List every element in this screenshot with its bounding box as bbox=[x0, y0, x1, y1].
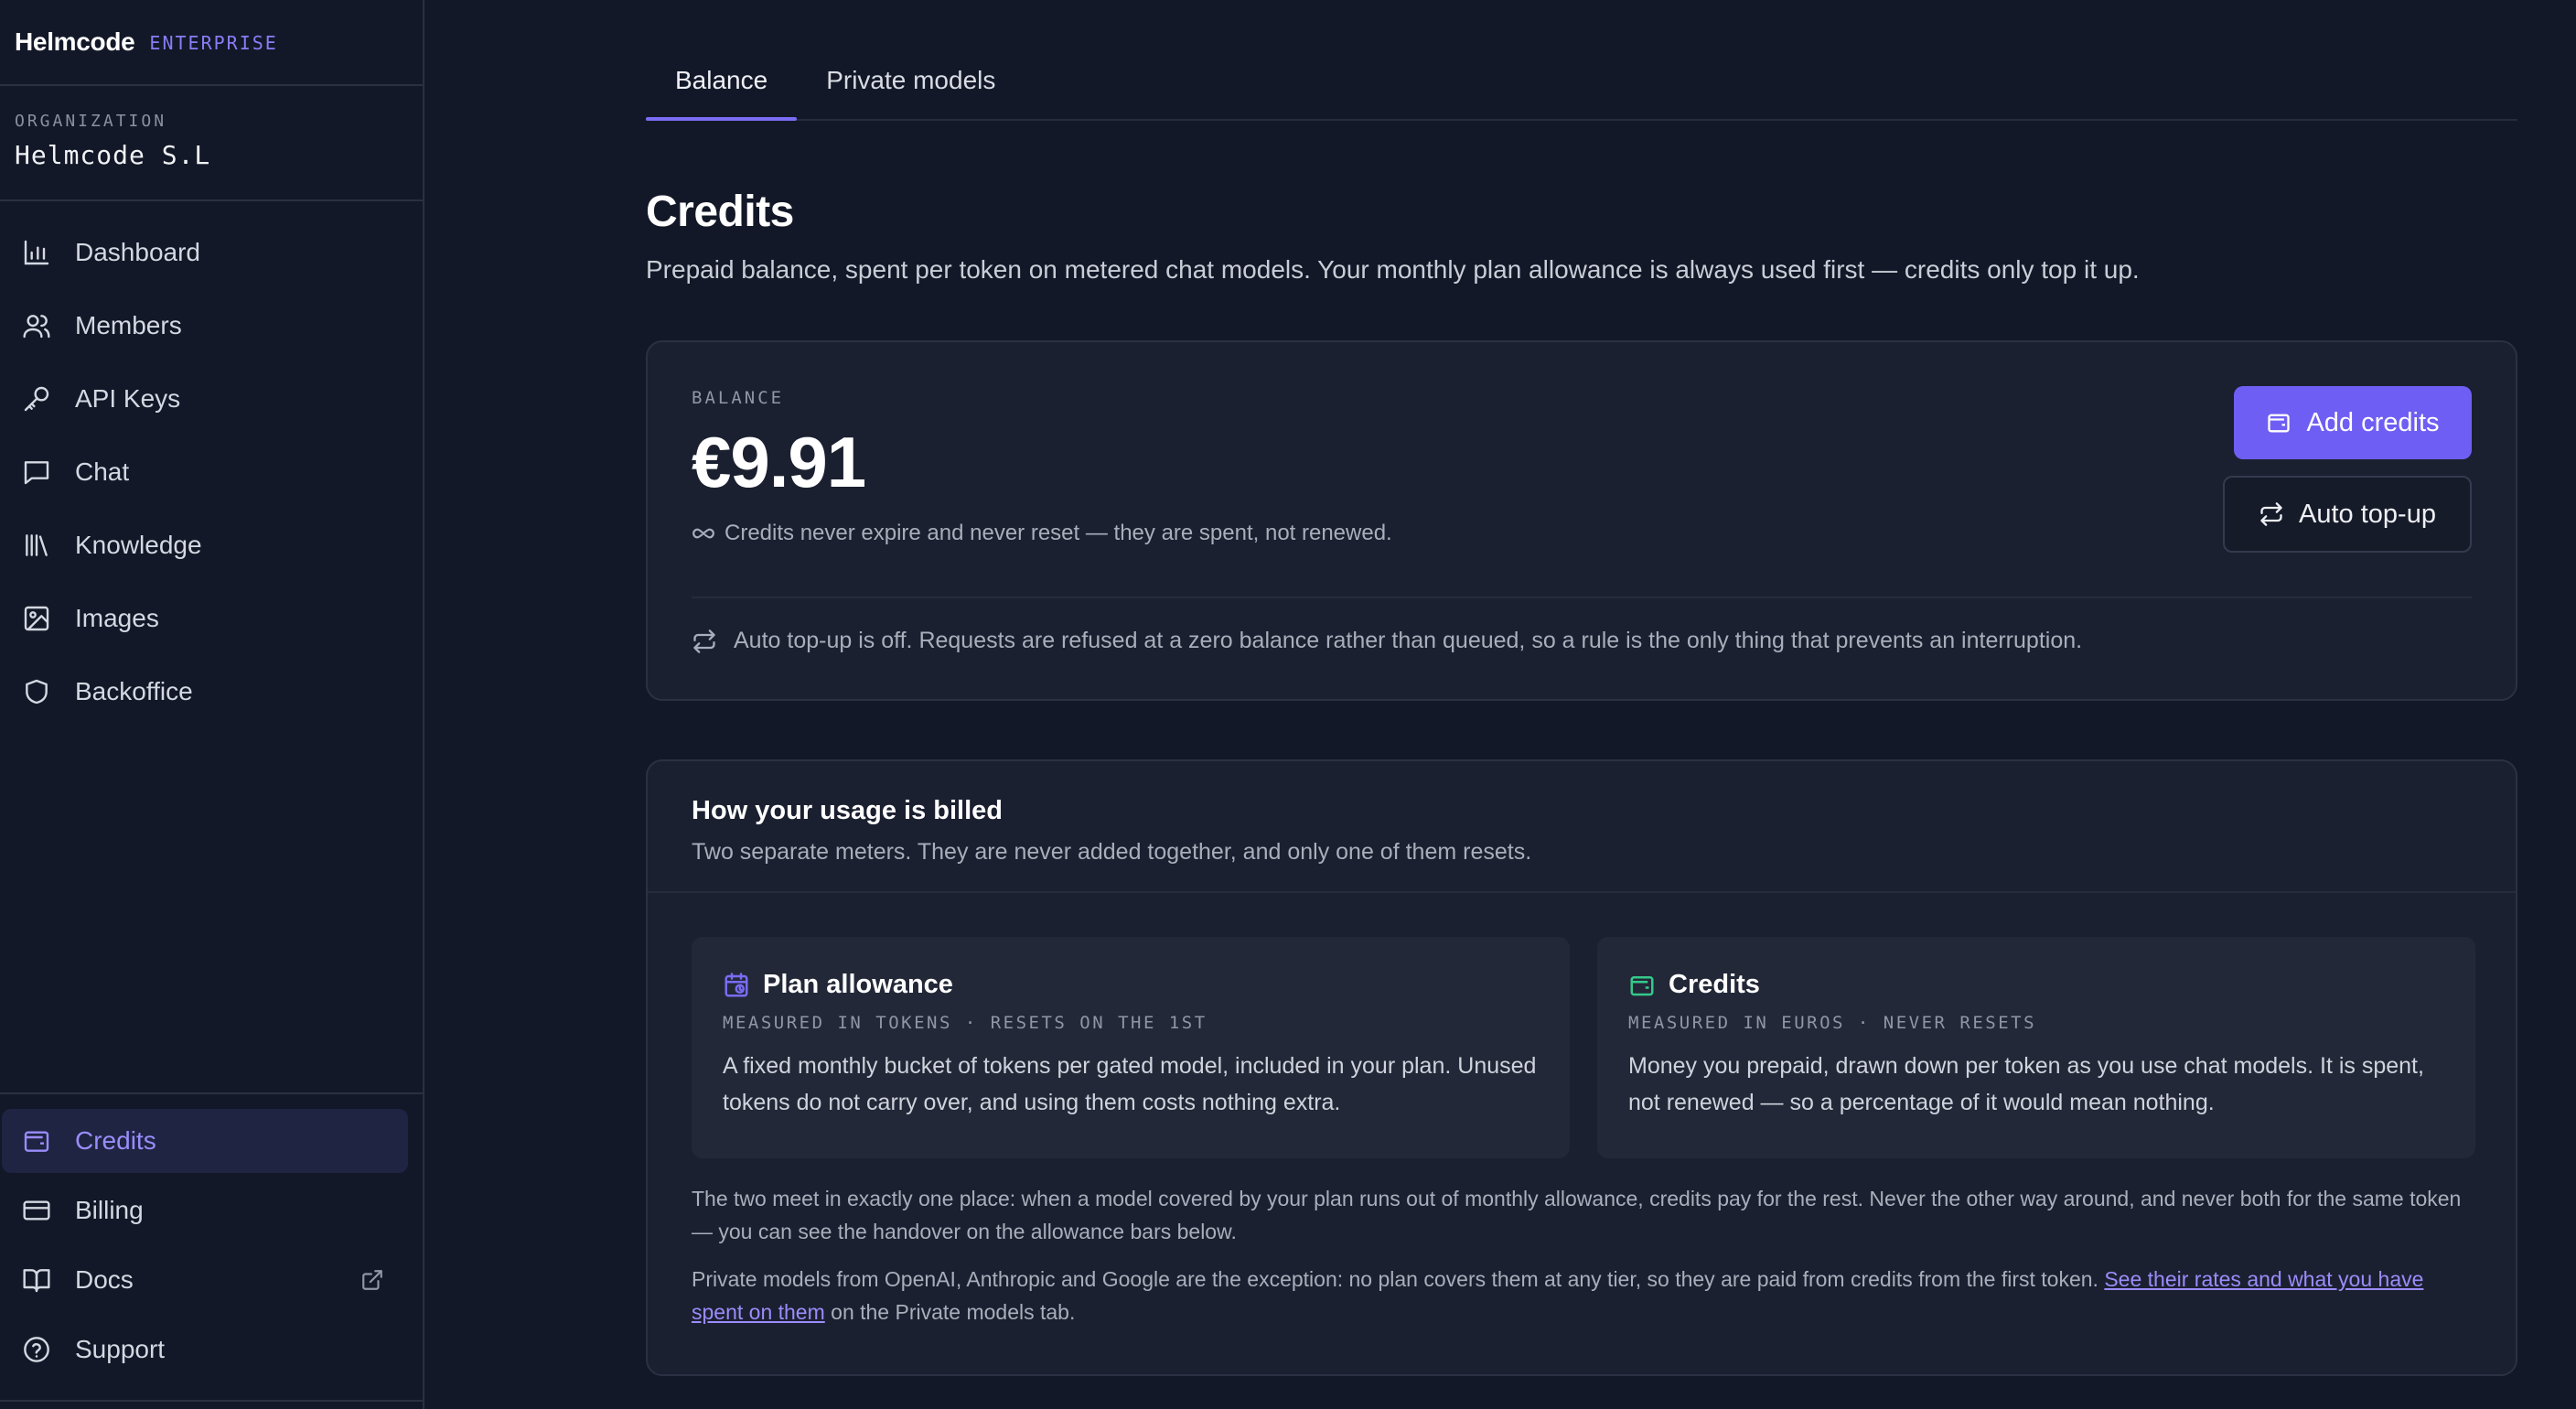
sidebar: Helmcode ENTERPRISE ORGANIZATION Helmcod… bbox=[0, 0, 424, 1409]
users-icon bbox=[23, 315, 50, 339]
meter-subtitle: MEASURED IN TOKENS · RESETS ON THE 1ST bbox=[723, 1013, 1208, 1033]
sidebar-item-label: Images bbox=[75, 604, 159, 632]
billing-header: How your usage is billed Two separate me… bbox=[648, 761, 2516, 893]
footnote-text: on the Private models tab. bbox=[824, 1300, 1076, 1324]
balance-amount: €9.91 bbox=[692, 422, 866, 502]
meter-description: A fixed monthly bucket of tokens per gat… bbox=[723, 1053, 1537, 1115]
meter-subtitle: MEASURED IN EUROS · NEVER RESETS bbox=[1628, 1013, 2037, 1033]
page-subtitle: Prepaid balance, spent per token on mete… bbox=[646, 255, 2140, 284]
sidebar-item-members[interactable]: Members bbox=[2, 293, 408, 359]
repeat-icon bbox=[693, 629, 715, 653]
meter-title: Plan allowance bbox=[723, 970, 1539, 1000]
external-link-icon bbox=[362, 1270, 382, 1290]
billing-subtitle: Two separate meters. They are never adde… bbox=[692, 839, 1532, 865]
sidebar-item-label: Dashboard bbox=[75, 238, 200, 266]
auto-top-up-status-text: Auto top-up is off. Requests are refused… bbox=[734, 628, 2083, 653]
brand-tag: ENTERPRISE bbox=[149, 32, 278, 54]
secondary-nav: Credits Billing Docs Support bbox=[0, 1092, 423, 1387]
sidebar-item-support[interactable]: Support bbox=[2, 1318, 408, 1382]
billing-footnote: The two meet in exactly one place: when … bbox=[692, 1182, 2472, 1328]
balance-note: Credits never expire and never reset — t… bbox=[692, 521, 2472, 546]
shield-icon bbox=[26, 679, 48, 704]
sidebar-item-knowledge[interactable]: Knowledge bbox=[2, 512, 408, 578]
meter-title: Credits bbox=[1628, 970, 2444, 1000]
sidebar-item-label: Docs bbox=[75, 1265, 134, 1294]
tab-bar: Balance Private models bbox=[646, 0, 2517, 121]
sidebar-item-label: Support bbox=[75, 1335, 166, 1363]
wallet-icon bbox=[1630, 975, 1654, 995]
billing-footnote-1: The two meet in exactly one place: when … bbox=[692, 1187, 2462, 1243]
sidebar-item-docs[interactable]: Docs bbox=[2, 1248, 408, 1312]
sidebar-item-label: Credits bbox=[75, 1126, 156, 1155]
organization-name: Helmcode S.L bbox=[15, 140, 211, 170]
message-square-icon bbox=[24, 461, 49, 485]
sidebar-item-dashboard[interactable]: Dashboard bbox=[2, 220, 408, 285]
help-circle-icon bbox=[24, 1337, 49, 1362]
footnote-text: Private models from OpenAI, Anthropic an… bbox=[692, 1267, 2105, 1291]
auto-top-up-label: Auto top-up bbox=[2299, 499, 2436, 529]
library-icon bbox=[26, 534, 48, 556]
sidebar-item-chat[interactable]: Chat bbox=[2, 439, 408, 505]
sidebar-item-images[interactable]: Images bbox=[2, 586, 408, 651]
add-credits-button[interactable]: Add credits bbox=[2234, 386, 2472, 459]
sidebar-item-label: Backoffice bbox=[75, 677, 193, 705]
bar-chart-icon bbox=[24, 240, 49, 265]
main-content: Balance Private models Credits Prepaid b… bbox=[646, 0, 2517, 1376]
sidebar-item-billing[interactable]: Billing bbox=[2, 1178, 408, 1242]
sidebar-item-credits[interactable]: Credits bbox=[2, 1109, 408, 1173]
sidebar-item-label: Knowledge bbox=[75, 531, 202, 559]
balance-note-text: Credits never expire and never reset — t… bbox=[724, 521, 1392, 545]
wallet-icon bbox=[24, 1131, 49, 1152]
billing-footnote-2: Private models from OpenAI, Anthropic an… bbox=[692, 1263, 2472, 1328]
book-open-icon bbox=[23, 1269, 50, 1293]
meter-description: Money you prepaid, drawn down per token … bbox=[1628, 1053, 2424, 1115]
credit-card-icon bbox=[23, 1200, 50, 1221]
sidebar-item-label: Chat bbox=[75, 457, 130, 486]
billing-title: How your usage is billed bbox=[692, 796, 1004, 825]
repeat-icon bbox=[2260, 502, 2282, 526]
meter-credits: Credits MEASURED IN EUROS · NEVER RESETS… bbox=[1597, 937, 2475, 1158]
sidebar-item-label: Members bbox=[75, 311, 182, 339]
tab-balance[interactable]: Balance bbox=[646, 66, 798, 121]
sidebar-item-api-keys[interactable]: API Keys bbox=[2, 366, 408, 432]
auto-top-up-status: Auto top-up is off. Requests are refused… bbox=[692, 628, 2082, 654]
calendar-clock-icon bbox=[724, 972, 748, 996]
key-icon bbox=[24, 386, 49, 412]
add-credits-label: Add credits bbox=[2306, 407, 2440, 437]
auto-top-up-button[interactable]: Auto top-up bbox=[2223, 476, 2472, 553]
meter-plan-allowance: Plan allowance MEASURED IN TOKENS · RESE… bbox=[692, 937, 1570, 1158]
tab-private-models[interactable]: Private models bbox=[797, 66, 1025, 119]
sidebar-divider bbox=[0, 1400, 423, 1402]
sidebar-item-label: API Keys bbox=[75, 384, 181, 413]
sidebar-item-backoffice[interactable]: Backoffice bbox=[2, 659, 408, 725]
brand-name: Helmcode bbox=[15, 27, 135, 56]
organization-label: ORGANIZATION bbox=[15, 112, 167, 131]
meter-title-text: Credits bbox=[1669, 970, 1760, 999]
infinity-icon bbox=[692, 528, 714, 539]
page-title: Credits bbox=[646, 188, 794, 236]
billing-explainer-card: How your usage is billed Two separate me… bbox=[646, 759, 2517, 1376]
balance-label: BALANCE bbox=[692, 388, 785, 408]
image-icon bbox=[24, 606, 49, 631]
balance-card: BALANCE €9.91 Credits never expire and n… bbox=[646, 340, 2517, 701]
main-nav: Dashboard Members API Keys Chat Knowledg… bbox=[0, 201, 423, 725]
brand: Helmcode ENTERPRISE bbox=[0, 0, 423, 86]
sidebar-item-label: Billing bbox=[75, 1196, 144, 1224]
wallet-icon bbox=[2268, 414, 2291, 433]
organization-switcher[interactable]: ORGANIZATION Helmcode S.L bbox=[0, 86, 423, 201]
meter-title-text: Plan allowance bbox=[763, 970, 953, 999]
balance-divider bbox=[692, 597, 2472, 598]
